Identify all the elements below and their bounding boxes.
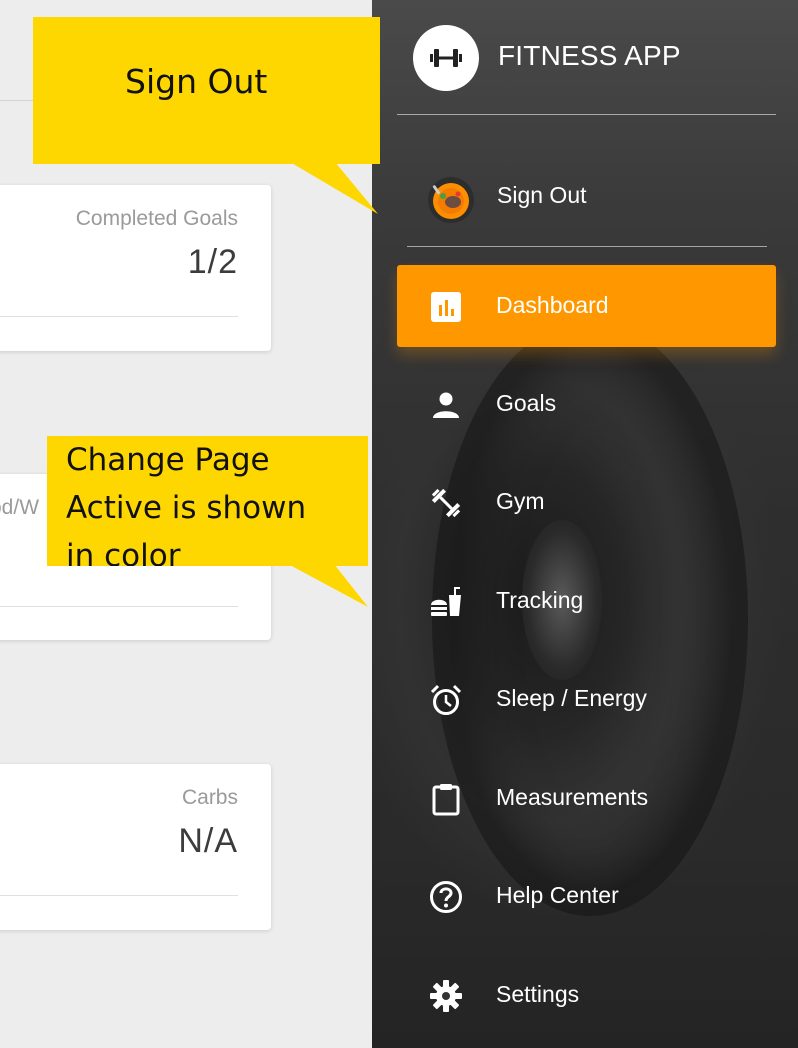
change-page-callout-pointer [288,564,368,607]
change-page-callout: Change Page Active is shown in color [47,436,368,566]
callout-text: Change Page Active is shown in color [66,442,307,566]
sign-out-callout: Sign Out [33,17,380,164]
sign-out-callout-pointer [290,162,378,214]
callout-text: Sign Out [125,62,268,101]
